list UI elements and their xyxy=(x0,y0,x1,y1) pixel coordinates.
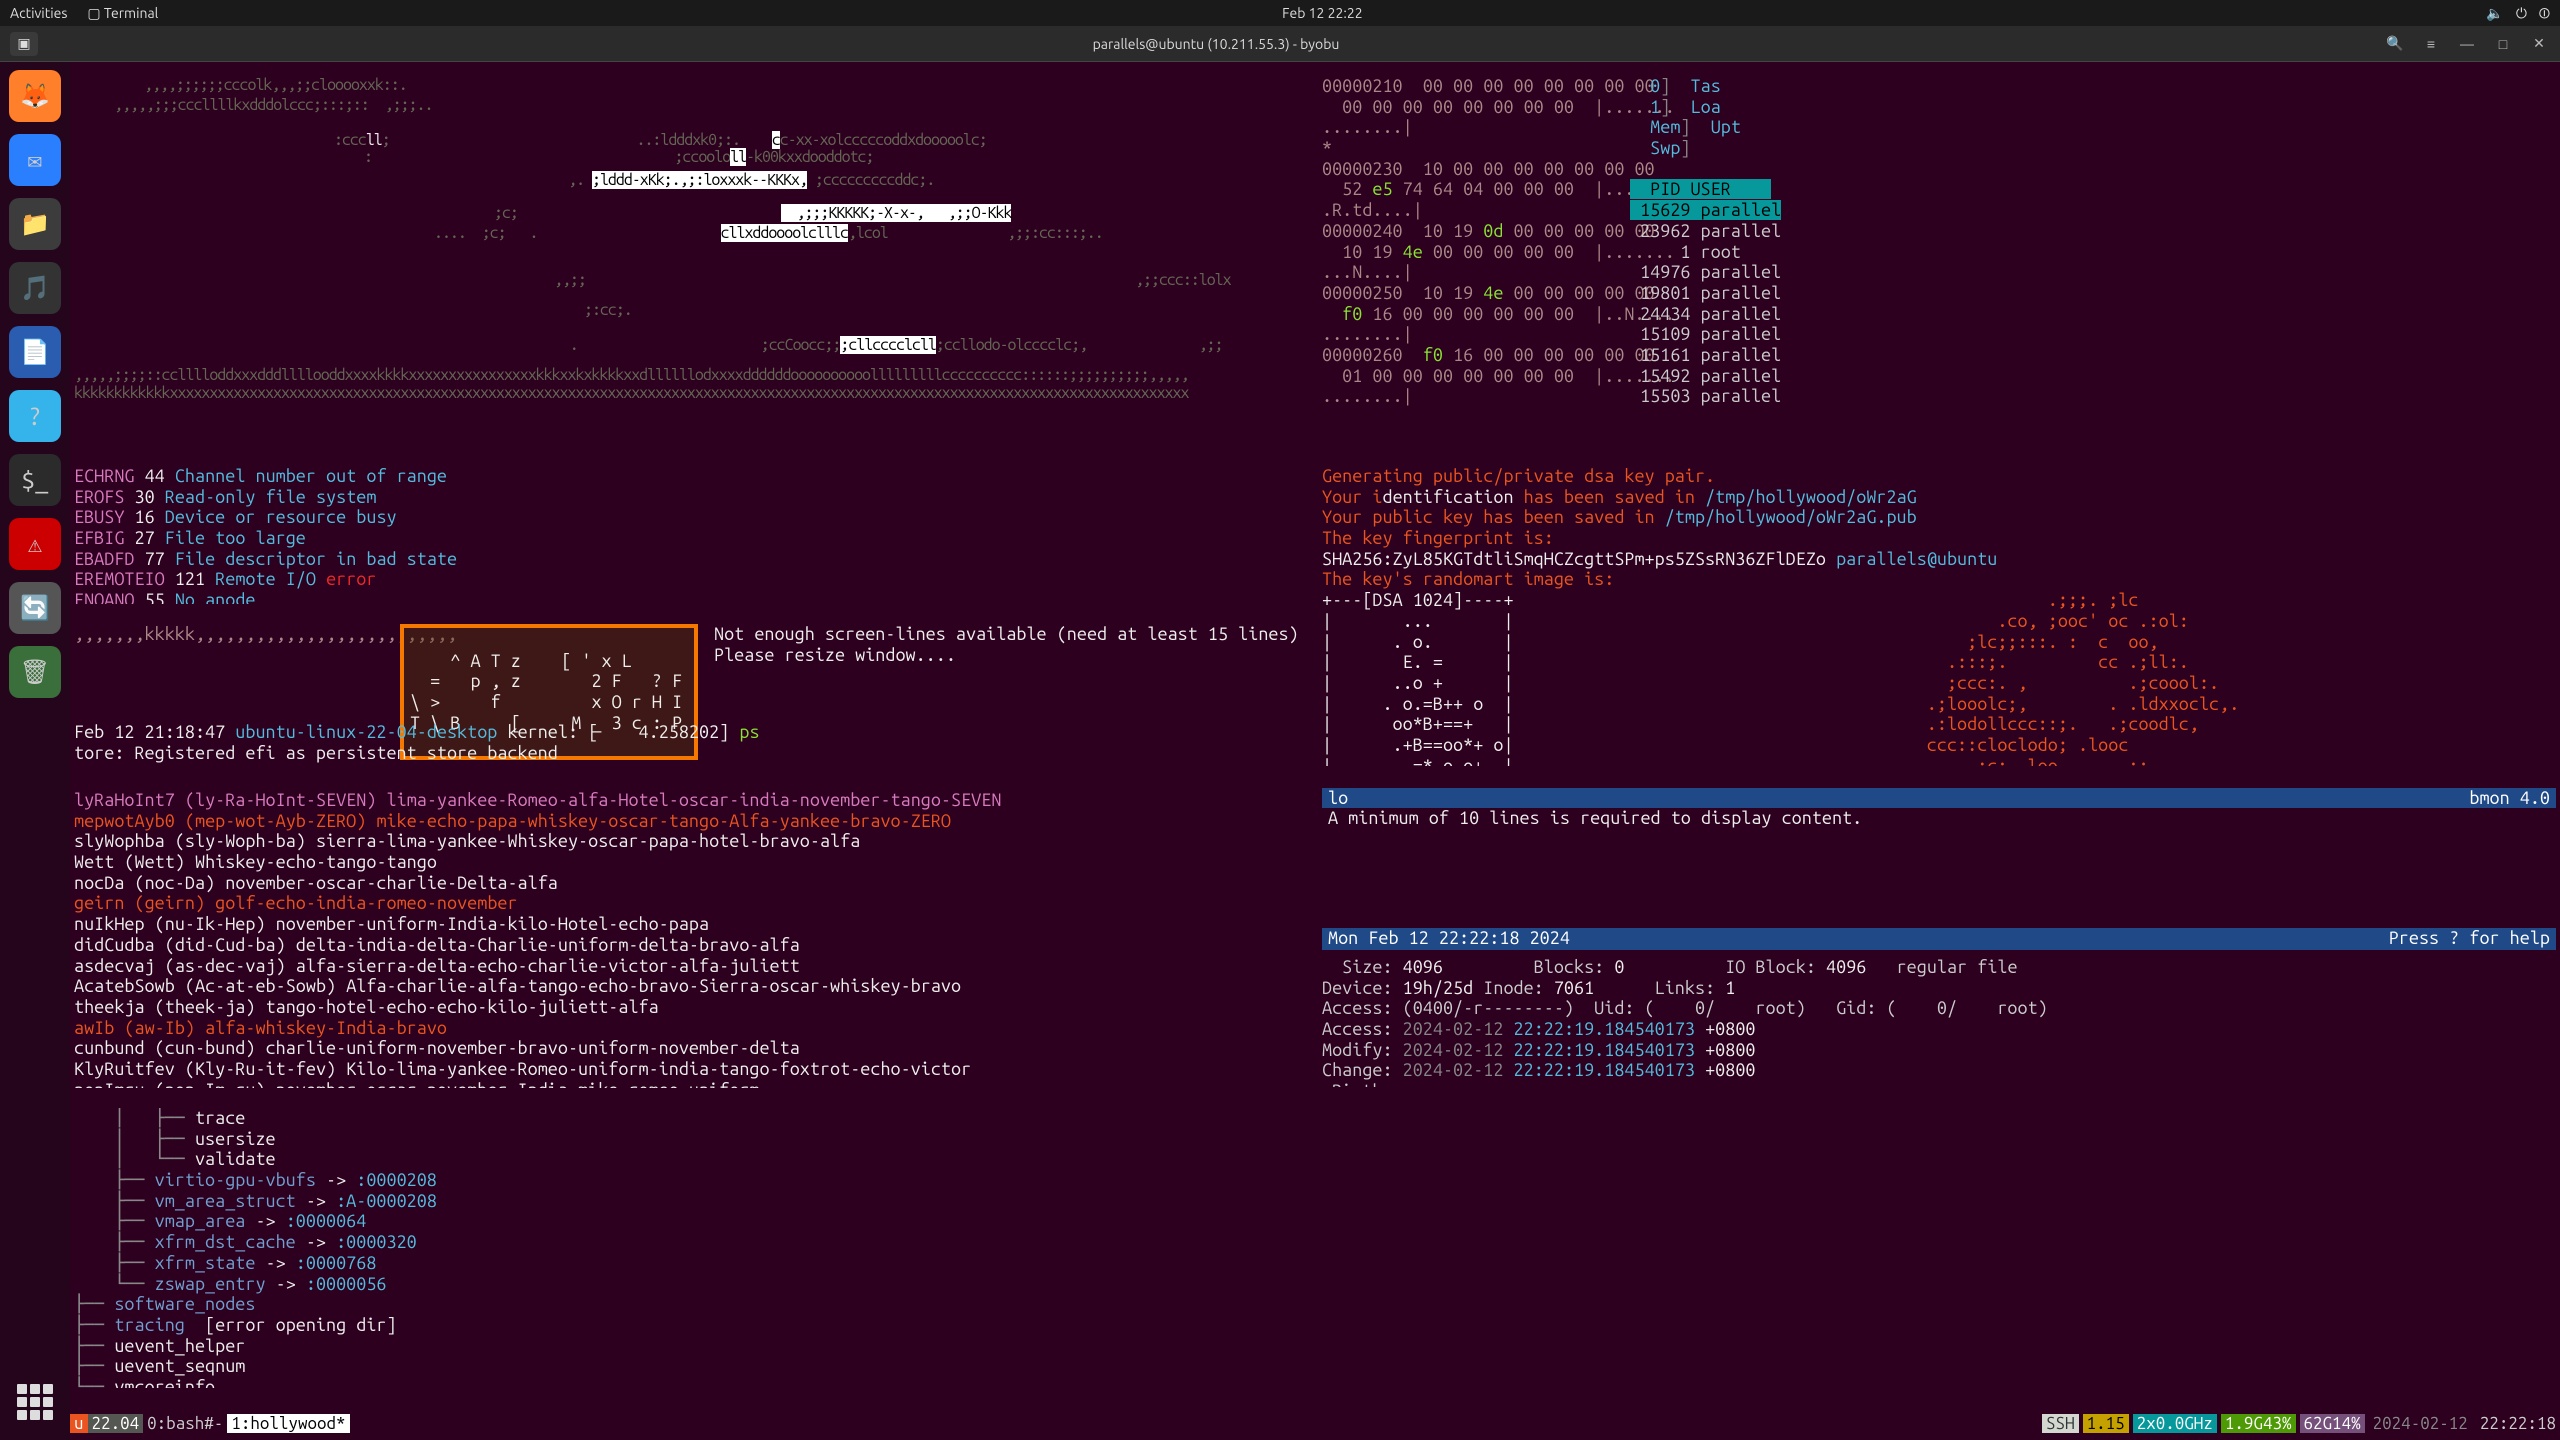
show-applications[interactable] xyxy=(17,1384,53,1420)
system-topbar: Activities ▢ Terminal Feb 12 22:22 🔈 ⏻ ⏼ xyxy=(0,0,2560,26)
bmon-header: lo bmon 4.0 xyxy=(1322,788,2556,808)
dock-terminal[interactable]: $_ xyxy=(9,454,61,506)
dock-thunderbird[interactable]: ✉ xyxy=(9,134,61,186)
worldmap-pane: ,,,,;;;;;;cccolk,,,;;clooooxxk::. ,,,,,;… xyxy=(74,76,1314,406)
byobu-tab-active[interactable]: 1:hollywood* xyxy=(227,1414,349,1433)
tree-pane: │ ├── trace │ ├── usersize │ └── validat… xyxy=(74,1108,2474,1388)
byobu-mem: 1.9G43% xyxy=(2221,1414,2296,1433)
dock-trash[interactable]: 🗑 xyxy=(9,646,61,698)
maximize-button[interactable]: □ xyxy=(2492,33,2514,55)
phonetic-pane: lyRaHoInt7 (ly-Ra-HoInt-SEVEN) lima-yank… xyxy=(74,790,1314,1088)
window-titlebar: ▣ parallels@ubuntu (10.211.55.3) - byobu… xyxy=(0,26,2560,62)
dock-rhythmbox[interactable]: 🎵 xyxy=(9,262,61,314)
byobu-version: 22.04 xyxy=(88,1414,144,1433)
byobu-load: 1.15 xyxy=(2083,1414,2129,1433)
activities-button[interactable]: Activities xyxy=(10,5,67,22)
search-icon[interactable]: 🔍 xyxy=(2384,33,2406,55)
dock-error-report[interactable]: ⚠ xyxy=(9,518,61,570)
ssh-pane: Generating public/private dsa key pair. … xyxy=(1322,466,2556,766)
byobu-time: 22:22:18 xyxy=(2476,1414,2560,1433)
byobu-statusbar: u 22.04 0:bash#- 1:hollywood* SSH 1.15 2… xyxy=(70,1412,2560,1434)
stat-block: Size: 4096 Blocks: 0 IO Block: 4096 regu… xyxy=(1322,957,2556,1087)
dock: 🦊 ✉ 📁 🎵 📄 ? $_ ⚠ 🔄 🗑 xyxy=(0,62,70,1440)
errno-pane: ECHRNG 44 Channel number out of range ER… xyxy=(74,466,1314,604)
current-app[interactable]: ▢ Terminal xyxy=(87,5,158,22)
dock-firefox[interactable]: 🦊 xyxy=(9,70,61,122)
terminal[interactable]: ,,,,;;;;;;cccolk,,,;;clooooxxk::. ,,,,,;… xyxy=(70,62,2560,1440)
top-pane: 0] Tas 1] Loa Mem] Upt Swp] PID USER 156… xyxy=(1630,76,1830,406)
power-icon[interactable]: ⏼ xyxy=(2539,5,2550,22)
byobu-session[interactable]: 0:bash#- xyxy=(143,1414,227,1433)
window-title: parallels@ubuntu (10.211.55.3) - byobu xyxy=(48,36,2384,52)
dock-software-updater[interactable]: 🔄 xyxy=(9,582,61,634)
bmon-version: bmon 4.0 xyxy=(2469,788,2550,808)
bmon-message: A minimum of 10 lines is required to dis… xyxy=(1322,808,2556,828)
matrix-pane: ,,,,,,,kkkkk,,,,,,,,,,,,,,,,,,,,,,,,,, ^… xyxy=(74,624,1314,766)
stat-date: Mon Feb 12 22:22:18 2024 xyxy=(1328,928,1570,950)
new-tab-button[interactable]: ▣ xyxy=(10,32,38,56)
menu-icon[interactable]: ≡ xyxy=(2420,33,2442,55)
dock-files[interactable]: 📁 xyxy=(9,198,61,250)
byobu-date: 2024-02-12 xyxy=(2369,1414,2472,1433)
byobu-cpu: 2x0.0GHz xyxy=(2133,1414,2217,1433)
byobu-disk: 62G14% xyxy=(2300,1414,2365,1433)
minimize-button[interactable]: — xyxy=(2456,33,2478,55)
network-icon[interactable]: ⏻ xyxy=(2516,5,2527,22)
close-button[interactable]: ✕ xyxy=(2528,33,2550,55)
byobu-ssh-badge: SSH xyxy=(2042,1414,2079,1433)
sound-icon[interactable]: 🔈 xyxy=(2486,5,2503,22)
clock[interactable]: Feb 12 22:22 xyxy=(158,5,2486,21)
byobu-logo: u xyxy=(70,1414,88,1433)
stat-help-hint: Press ? for help xyxy=(2389,928,2550,950)
dock-help[interactable]: ? xyxy=(9,390,61,442)
bmon-iface: lo xyxy=(1328,788,1348,808)
dock-libreoffice[interactable]: 📄 xyxy=(9,326,61,378)
stat-header: Mon Feb 12 22:22:18 2024 Press ? for hel… xyxy=(1322,928,2556,950)
